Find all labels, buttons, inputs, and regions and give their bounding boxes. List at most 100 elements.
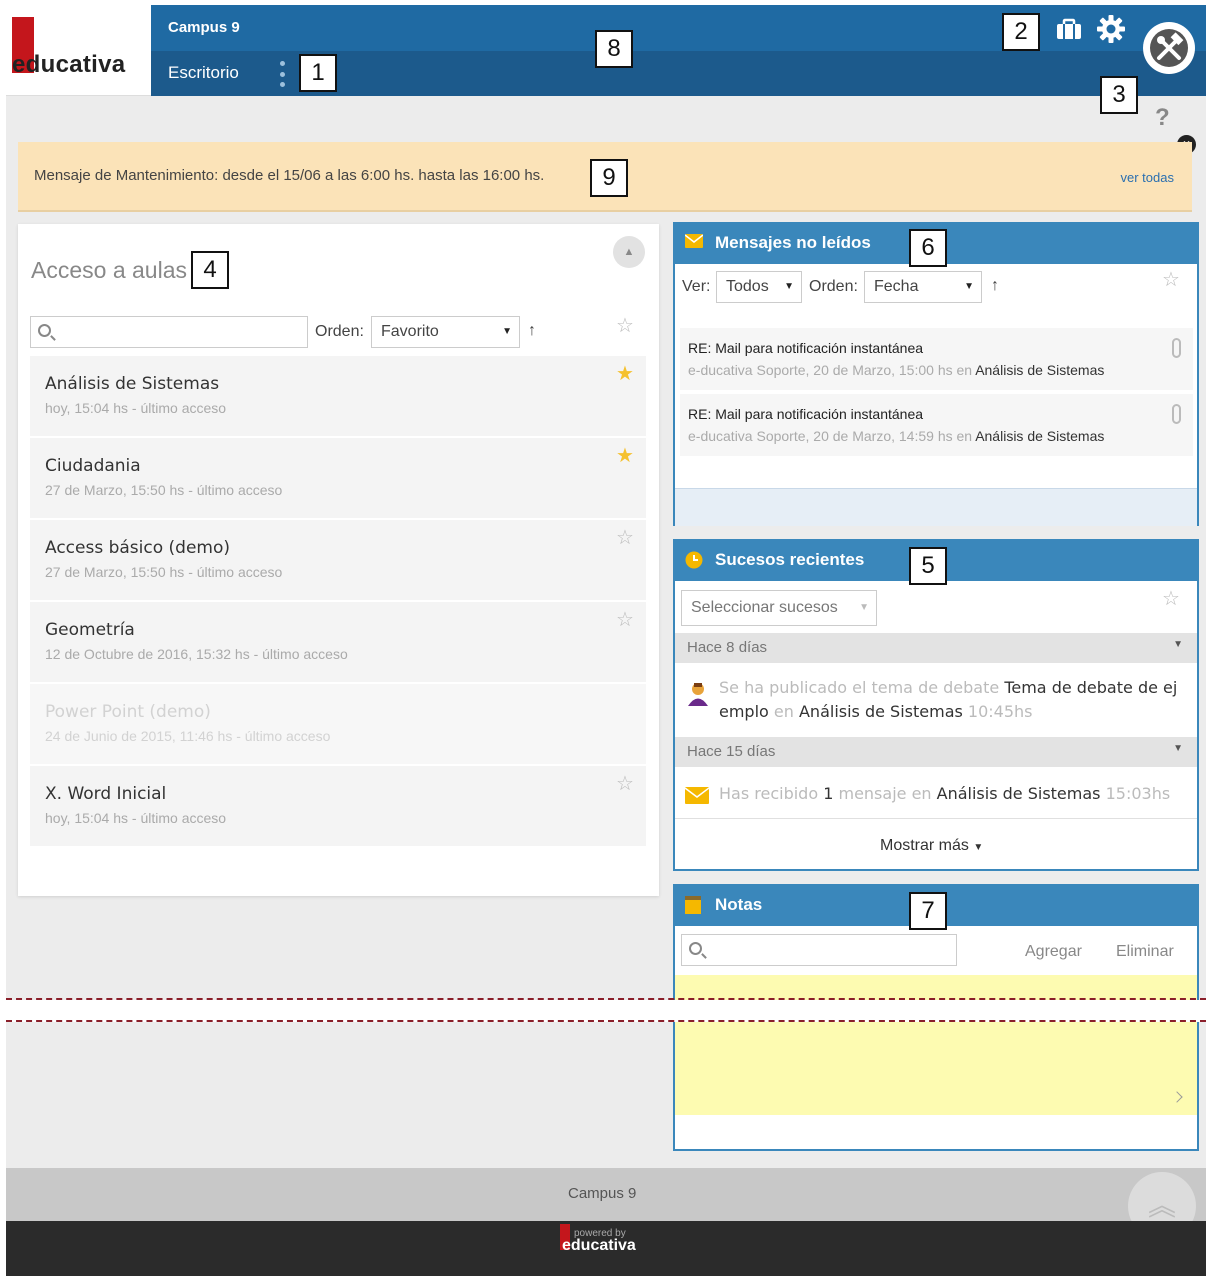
show-more-button[interactable]: Mostrar más ▼	[880, 837, 983, 855]
events-filter-value: Seleccionar sucesos	[691, 599, 838, 616]
envelope-icon	[684, 234, 704, 251]
sort-direction-icon[interactable]: ↑	[991, 277, 999, 295]
event-course-link[interactable]: Análisis de Sistemas	[799, 702, 963, 721]
order-select[interactable]: Favorito ▼	[371, 316, 520, 348]
message-meta: e-ducativa Soporte, 20 de Marzo, 15:00 h…	[688, 362, 1105, 378]
classroom-access-panel: Acceso a aulas ▲ Orden: Favorito ▼ ↑ ☆ An…	[18, 224, 659, 896]
user-avatar[interactable]	[1143, 22, 1195, 74]
message-item[interactable]: RE: Mail para notificación instantánea e…	[680, 328, 1193, 390]
add-note-button[interactable]: Agregar	[1025, 943, 1082, 961]
panel-title: Sucesos recientes	[715, 550, 865, 569]
message-subject: RE: Mail para notificación instantánea	[688, 406, 924, 422]
favorite-panel-star-icon[interactable]: ☆	[616, 316, 634, 336]
star-outline-icon[interactable]: ☆	[616, 774, 634, 794]
campus-title[interactable]: Campus 9	[168, 19, 240, 36]
attachment-icon	[1172, 404, 1181, 424]
course-item[interactable]: Geometría 12 de Octubre de 2016, 15:32 h…	[30, 602, 646, 682]
callout-2: 2	[1002, 13, 1040, 51]
course-name: Access básico (demo)	[45, 538, 231, 558]
event-text: Se ha publicado el tema de debate Tema d…	[719, 678, 1178, 721]
course-name: Ciudadania	[45, 456, 141, 476]
cut-line	[6, 998, 1206, 1000]
collapse-button[interactable]: ▲	[613, 236, 645, 268]
caret-down-icon: ▼	[973, 842, 984, 853]
chevron-down-icon: ▼	[859, 602, 869, 613]
order-select[interactable]: Fecha ▼	[864, 271, 982, 303]
header-top-strip	[151, 5, 1206, 51]
delete-note-button[interactable]: Eliminar	[1116, 943, 1174, 961]
chevron-down-icon: ▼	[1173, 639, 1183, 650]
help-icon[interactable]: ?	[1155, 104, 1170, 132]
event-link[interactable]: Tema de debate de ej	[1004, 678, 1177, 697]
course-search-input[interactable]	[30, 316, 308, 348]
recent-events-panel: Sucesos recientes Seleccionar sucesos ▼ ☆…	[673, 539, 1199, 871]
favorite-panel-star-icon[interactable]: ☆	[1162, 589, 1180, 609]
message-course[interactable]: Análisis de Sistemas	[975, 428, 1104, 444]
note-textarea[interactable]	[675, 975, 1197, 1115]
logo-wordmark: educativa	[12, 51, 126, 78]
footer-logo[interactable]: educativa	[562, 1237, 636, 1255]
course-name: Power Point (demo)	[45, 702, 211, 722]
section-title: Escritorio	[168, 63, 239, 82]
course-item[interactable]: Access básico (demo) 27 de Marzo, 15:50 …	[30, 520, 646, 600]
search-icon	[689, 942, 702, 955]
course-last-access: 27 de Marzo, 15:50 hs - último acceso	[45, 482, 283, 498]
search-icon	[38, 324, 51, 337]
order-select-value: Fecha	[874, 278, 919, 295]
cut-line	[6, 1020, 1206, 1022]
message-item[interactable]: RE: Mail para notificación instantánea e…	[680, 394, 1193, 456]
notepad-icon	[685, 896, 701, 917]
event-course-link[interactable]: Análisis de Sistemas	[937, 784, 1101, 803]
unread-messages-panel: Mensajes no leídos Ver: Todos ▼ Orden: Fe…	[673, 222, 1199, 526]
order-label: Orden:	[809, 278, 858, 295]
course-last-access: hoy, 15:04 hs - último acceso	[45, 810, 227, 826]
show-more-label: Mostrar más	[880, 837, 969, 854]
callout-1: 1	[299, 54, 337, 92]
order-select-value: Favorito	[381, 323, 439, 340]
course-name: Análisis de Sistemas	[45, 374, 220, 394]
course-item[interactable]: X. Word Inicial hoy, 15:04 hs - último a…	[30, 766, 646, 846]
logo[interactable]: educativa	[6, 5, 151, 96]
event-text: Has recibido 1 mensaje en Análisis de Si…	[719, 784, 1171, 803]
panel-footer	[675, 488, 1197, 526]
forum-user-icon	[685, 681, 711, 712]
events-group-header[interactable]: Hace 15 días ▼	[675, 737, 1197, 767]
message-course[interactable]: Análisis de Sistemas	[975, 362, 1104, 378]
course-item[interactable]: Ciudadania 27 de Marzo, 15:50 hs - últim…	[30, 438, 646, 518]
see-all-link[interactable]: ver todas	[1121, 170, 1174, 185]
events-filter-select[interactable]: Seleccionar sucesos ▼	[681, 590, 877, 626]
panel-title: Notas	[715, 895, 763, 914]
attachment-icon	[1172, 338, 1181, 358]
star-filled-icon[interactable]: ★	[616, 446, 634, 466]
resize-handle-icon[interactable]	[1171, 1091, 1183, 1103]
callout-5: 5	[909, 547, 947, 585]
panel-title: Acceso a aulas	[31, 257, 187, 283]
kebab-menu-icon[interactable]	[278, 61, 286, 87]
view-select[interactable]: Todos ▼	[716, 271, 802, 303]
callout-7: 7	[909, 892, 947, 930]
course-last-access: 27 de Marzo, 15:50 hs - último acceso	[45, 564, 283, 580]
sort-direction-icon[interactable]: ↑	[528, 322, 536, 340]
notes-search-input[interactable]	[681, 934, 957, 966]
maintenance-message: Mensaje de Mantenimiento: desde el 15/06…	[34, 167, 545, 184]
footer: Campus 9	[6, 1168, 1206, 1221]
briefcase-icon[interactable]	[1055, 17, 1083, 46]
course-item[interactable]: Análisis de Sistemas hoy, 15:04 hs - últ…	[30, 356, 646, 436]
panel-title: Mensajes no leídos	[715, 233, 871, 252]
events-group-label: Hace 8 días	[687, 639, 768, 656]
view-select-value: Todos	[726, 278, 769, 295]
favorite-panel-star-icon[interactable]: ☆	[1162, 270, 1180, 290]
view-label: Ver:	[682, 278, 711, 295]
chevron-down-icon: ▼	[964, 281, 974, 292]
star-outline-icon[interactable]: ☆	[616, 528, 634, 548]
events-group-header[interactable]: Hace 8 días ▼	[675, 633, 1197, 663]
star-filled-icon[interactable]: ★	[616, 364, 634, 384]
star-outline-icon[interactable]: ☆	[616, 610, 634, 630]
event-link[interactable]: emplo	[719, 702, 769, 721]
page: educativa Campus 9 Escritorio ? × 1 2 3 …	[0, 0, 1206, 1276]
course-name: X. Word Inicial	[45, 784, 167, 804]
gear-icon[interactable]	[1096, 14, 1126, 49]
callout-9: 9	[590, 159, 628, 197]
cut-gap	[0, 1000, 1206, 1022]
course-last-access: hoy, 15:04 hs - último acceso	[45, 400, 227, 416]
